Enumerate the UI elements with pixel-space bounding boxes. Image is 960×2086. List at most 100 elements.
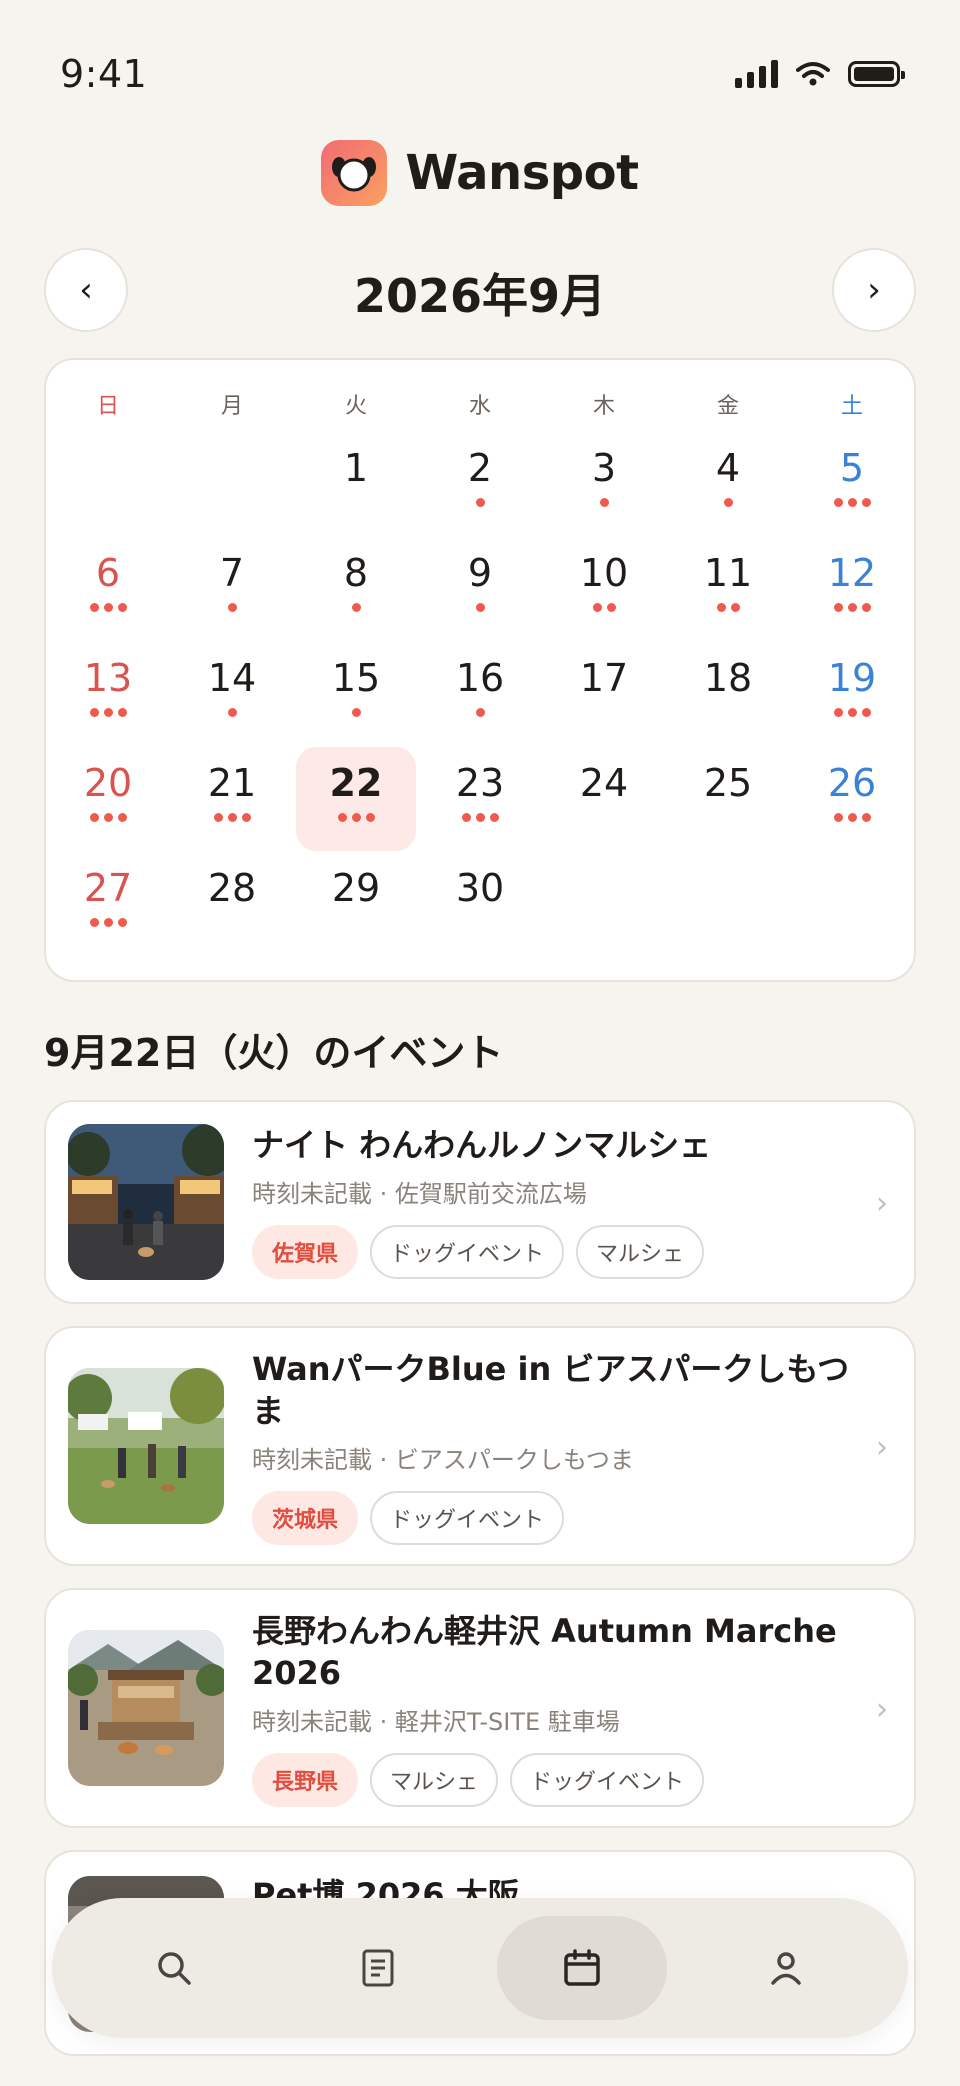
event-dot — [351, 603, 361, 612]
tab-search[interactable] — [89, 1916, 259, 2020]
calendar-day[interactable]: 6 — [46, 537, 170, 642]
app-header: Wanspot — [0, 140, 960, 206]
event-dot — [351, 813, 361, 822]
calendar-day[interactable]: 20 — [46, 747, 170, 852]
event-tags: 佐賀県 ドッグイベント マルシェ — [252, 1225, 854, 1279]
calendar-day[interactable]: 25 — [666, 747, 790, 852]
calendar-day[interactable]: 15 — [294, 642, 418, 747]
calendar-day[interactable]: 8 — [294, 537, 418, 642]
event-dot — [117, 603, 127, 612]
calendar-day[interactable]: 17 — [542, 642, 666, 747]
calendar-day[interactable]: 2 — [418, 432, 542, 537]
tab-list[interactable] — [293, 1916, 463, 2020]
event-dot — [227, 603, 237, 612]
calendar-day[interactable]: 1 — [294, 432, 418, 537]
document-icon — [362, 1949, 394, 1987]
category-tag: ドッグイベント — [370, 1491, 565, 1545]
event-dots — [89, 708, 127, 717]
day-number: 26 — [827, 761, 877, 805]
calendar-day[interactable]: 4 — [666, 432, 790, 537]
event-dot — [833, 708, 843, 717]
calendar-grid: 1 2 3 4 5 6 7 8 9 10 11 12 13 14 15 16 17 18 19 20 21 22 23 24 2… — [46, 432, 914, 957]
event-dot — [606, 603, 616, 612]
event-card[interactable]: WanパークBlue in ビアスパークしもつま 時刻未記載 · ビアスパークし… — [44, 1326, 916, 1566]
calendar-day[interactable]: 24 — [542, 747, 666, 852]
calendar-day[interactable]: 16 — [418, 642, 542, 747]
event-dots — [475, 708, 485, 717]
tab-profile[interactable] — [701, 1916, 871, 2020]
calendar-icon — [564, 1949, 600, 1986]
event-dot — [723, 498, 733, 507]
event-card[interactable]: ナイト わんわんルノンマルシェ 時刻未記載 · 佐賀駅前交流広場 佐賀県 ドッグ… — [44, 1100, 916, 1304]
calendar-day[interactable]: 13 — [46, 642, 170, 747]
event-dot — [241, 813, 251, 822]
event-body: WanパークBlue in ビアスパークしもつま 時刻未記載 · ビアスパークし… — [252, 1348, 854, 1545]
prefecture-tag: 茨城県 — [252, 1491, 359, 1545]
calendar-day[interactable]: 29 — [294, 852, 418, 957]
event-dot — [847, 708, 857, 717]
event-dot — [833, 603, 843, 612]
event-dots — [716, 603, 740, 612]
calendar-day-selected[interactable]: 22 — [294, 747, 418, 852]
event-dot — [103, 708, 113, 717]
day-number: 16 — [455, 656, 505, 700]
calendar-day[interactable]: 11 — [666, 537, 790, 642]
weekday-label: 土 — [840, 394, 863, 419]
event-meta: 時刻未記載 · 佐賀駅前交流広場 — [252, 1180, 587, 1208]
event-dots — [461, 813, 499, 822]
calendar-day[interactable]: 30 — [418, 852, 542, 957]
weekday-label: 木 — [592, 394, 615, 419]
event-dot — [351, 708, 361, 717]
prefecture-tag: 長野県 — [252, 1753, 359, 1807]
day-number: 1 — [343, 446, 369, 490]
event-dots — [833, 813, 871, 822]
calendar-day[interactable]: 26 — [790, 747, 914, 852]
calendar-week: 27 28 29 30 — [46, 852, 914, 957]
event-dot — [847, 813, 857, 822]
event-body: 長野わんわん軽井沢 Autumn Marche 2026 時刻未記載 · 軽井沢… — [252, 1610, 854, 1807]
day-number: 10 — [579, 551, 629, 595]
status-icons — [735, 60, 905, 88]
day-number: 3 — [591, 446, 617, 490]
calendar-day[interactable]: 3 — [542, 432, 666, 537]
event-dots — [351, 708, 361, 717]
day-number: 19 — [827, 656, 877, 700]
calendar-day[interactable]: 10 — [542, 537, 666, 642]
weekday-label: 月 — [220, 394, 243, 419]
event-dot — [461, 813, 471, 822]
event-dot — [861, 813, 871, 822]
calendar-day[interactable]: 28 — [170, 852, 294, 957]
calendar-day[interactable]: 27 — [46, 852, 170, 957]
calendar-day[interactable]: 18 — [666, 642, 790, 747]
event-dot — [103, 813, 113, 822]
event-dots — [475, 603, 485, 612]
calendar-day[interactable]: 19 — [790, 642, 914, 747]
event-thumbnail — [68, 1368, 224, 1524]
calendar-day[interactable]: 9 — [418, 537, 542, 642]
calendar-day[interactable]: 12 — [790, 537, 914, 642]
event-dot — [89, 708, 99, 717]
weekday-label: 水 — [468, 394, 491, 419]
calendar-day[interactable]: 23 — [418, 747, 542, 852]
event-dots — [89, 603, 127, 612]
event-dots — [475, 498, 485, 507]
day-number: 24 — [579, 761, 629, 805]
calendar-day[interactable]: 5 — [790, 432, 914, 537]
chevron-right-icon: › — [876, 1692, 888, 1727]
calendar-day[interactable]: 21 — [170, 747, 294, 852]
tab-calendar[interactable] — [497, 1916, 667, 2020]
event-dot — [475, 498, 485, 507]
calendar-empty-cell — [666, 852, 790, 957]
event-dots — [89, 813, 127, 822]
day-number: 12 — [827, 551, 877, 595]
event-body: ナイト わんわんルノンマルシェ 時刻未記載 · 佐賀駅前交流広場 佐賀県 ドッグ… — [252, 1124, 854, 1279]
day-number: 13 — [83, 656, 133, 700]
calendar-day[interactable]: 14 — [170, 642, 294, 747]
event-dots — [227, 708, 237, 717]
next-month-button[interactable]: › — [832, 248, 916, 332]
calendar-empty-cell — [542, 852, 666, 957]
day-number: 4 — [715, 446, 741, 490]
calendar-day[interactable]: 7 — [170, 537, 294, 642]
calendar-card: 日 月 火 水 木 金 土 1 2 3 4 5 6 7 8 9 10 11 12 13 14 15 16 17 1… — [44, 358, 916, 982]
event-card[interactable]: 長野わんわん軽井沢 Autumn Marche 2026 時刻未記載 · 軽井沢… — [44, 1588, 916, 1828]
